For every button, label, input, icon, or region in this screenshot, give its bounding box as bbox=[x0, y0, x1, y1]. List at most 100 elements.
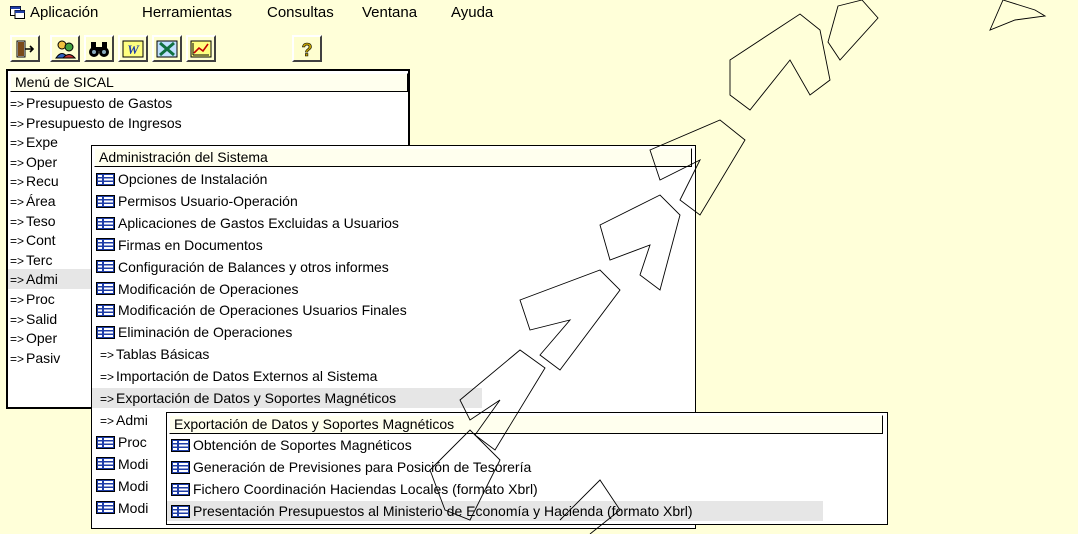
form-icon bbox=[96, 194, 115, 208]
search-button[interactable] bbox=[84, 35, 114, 62]
admin-menu-item-label: Modificación de Operaciones bbox=[118, 280, 299, 297]
admin-menu-item-label: Tablas Básicas bbox=[116, 346, 210, 363]
admin-menu-item-label: Modificación de Operaciones Usuarios Fin… bbox=[118, 302, 407, 319]
export-menu-item-label: Presentación Presupuestos al Ministerio … bbox=[193, 503, 693, 519]
form-icon bbox=[96, 260, 115, 274]
main-menu-item-label: Recu bbox=[26, 173, 59, 190]
export-menu-item[interactable]: Obtención de Soportes Magnéticos bbox=[167, 435, 883, 455]
submenu-arrow-icon: => bbox=[99, 413, 114, 428]
main-menu-title: Menú de SICAL bbox=[10, 73, 408, 92]
submenu-arrow-icon: => bbox=[9, 155, 24, 170]
main-menu-item-label: Presupuesto de Ingresos bbox=[26, 114, 182, 131]
admin-menu-item-label: Importación de Datos Externos al Sistema bbox=[116, 368, 378, 385]
main-menu-item-label: Admi bbox=[26, 271, 58, 288]
main-menu-item-label: Expe bbox=[26, 134, 58, 151]
svg-text:?: ? bbox=[302, 40, 313, 59]
submenu-arrow-icon: => bbox=[99, 370, 114, 385]
form-icon bbox=[96, 238, 115, 252]
admin-menu-item[interactable]: Permisos Usuario-Operación bbox=[92, 191, 692, 211]
form-icon bbox=[96, 172, 115, 186]
export-menu-item-label: Fichero Coordinación Haciendas Locales (… bbox=[193, 481, 538, 497]
admin-menu-item-label: Exportación de Datos y Soportes Magnétic… bbox=[116, 390, 397, 406]
word-icon: W bbox=[122, 40, 144, 57]
admin-menu-item[interactable]: => Importación de Datos Externos al Siste… bbox=[92, 366, 692, 386]
main-menu-item-label: Proc bbox=[26, 291, 55, 307]
form-icon bbox=[171, 504, 190, 518]
export-menu-item-label: Generación de Previsiones para Posición … bbox=[193, 459, 532, 475]
submenu-arrow-icon: => bbox=[99, 392, 114, 406]
svg-text:W: W bbox=[127, 42, 140, 57]
admin-menu-item[interactable]: Firmas en Documentos bbox=[92, 235, 692, 255]
menu-herramientas[interactable]: Herramientas bbox=[142, 4, 232, 22]
app-window-icon[interactable] bbox=[10, 6, 25, 19]
admin-menu-item[interactable]: Opciones de Instalación bbox=[92, 169, 692, 189]
help-icon: ? bbox=[301, 39, 313, 59]
submenu-arrow-icon: => bbox=[9, 293, 24, 307]
main-menu-item-label: Terc bbox=[26, 251, 53, 268]
admin-menu-item-label: Configuración de Balances y otros inform… bbox=[118, 258, 389, 275]
submenu-arrow-icon: => bbox=[9, 351, 24, 366]
form-icon bbox=[96, 435, 115, 449]
export-menu-item[interactable]: Generación de Previsiones para Posición … bbox=[167, 457, 883, 477]
main-menu-item[interactable]: => Presupuesto de Ingresos bbox=[8, 113, 408, 133]
export-menu-title: Exportación de Datos y Soportes Magnétic… bbox=[169, 415, 883, 434]
export-menu-window: Exportación de Datos y Soportes Magnétic… bbox=[166, 412, 888, 525]
binoculars-icon bbox=[89, 41, 109, 57]
users-icon bbox=[55, 40, 76, 58]
export-menu-item[interactable]: Fichero Coordinación Haciendas Locales (… bbox=[167, 479, 883, 499]
admin-menu-item[interactable]: => Exportación de Datos y Soportes Magnét… bbox=[92, 388, 482, 408]
admin-menu-item-label: Aplicaciones de Gastos Excluidas a Usuar… bbox=[118, 214, 399, 231]
admin-menu-item-label: Opciones de Instalación bbox=[118, 171, 268, 187]
form-icon bbox=[171, 438, 190, 452]
menu-bar: Aplicación Herramientas Consultas Ventan… bbox=[0, 0, 1078, 26]
export-menu-item[interactable]: Presentación Presupuestos al Ministerio … bbox=[167, 501, 823, 521]
main-menu-item-label: Pasiv bbox=[26, 349, 61, 366]
help-button[interactable]: ? bbox=[292, 35, 322, 62]
submenu-arrow-icon: => bbox=[9, 253, 24, 268]
form-icon bbox=[171, 460, 190, 474]
menu-ayuda[interactable]: Ayuda bbox=[451, 4, 493, 22]
chart-button[interactable] bbox=[186, 35, 216, 62]
toolbar: W ? bbox=[0, 26, 1078, 66]
admin-menu-item[interactable]: Aplicaciones de Gastos Excluidas a Usuar… bbox=[92, 213, 692, 233]
admin-menu-item-label: Admi bbox=[116, 411, 148, 428]
submenu-arrow-icon: => bbox=[9, 273, 24, 288]
admin-menu-item[interactable]: => Tablas Básicas bbox=[92, 344, 692, 364]
menu-consultas[interactable]: Consultas bbox=[267, 4, 334, 22]
main-menu-item-label: Presupuesto de Gastos bbox=[26, 95, 173, 111]
form-icon bbox=[96, 457, 115, 471]
form-icon bbox=[96, 282, 115, 296]
excel-icon bbox=[156, 40, 178, 57]
admin-menu-item[interactable]: Eliminación de Operaciones bbox=[92, 322, 692, 342]
admin-menu-item-label: Proc bbox=[118, 433, 147, 450]
menu-ventana[interactable]: Ventana bbox=[362, 4, 417, 22]
users-button[interactable] bbox=[50, 35, 80, 62]
form-icon bbox=[96, 501, 115, 515]
main-menu-item-label: Área bbox=[26, 193, 56, 209]
main-menu-item-label: Teso bbox=[26, 212, 56, 229]
submenu-arrow-icon: => bbox=[9, 116, 24, 131]
admin-menu-item-label: Permisos Usuario-Operación bbox=[118, 192, 298, 209]
exit-icon bbox=[16, 40, 35, 57]
form-icon bbox=[96, 304, 115, 318]
admin-menu-item[interactable]: Modificación de Operaciones Usuarios Fin… bbox=[92, 300, 692, 320]
excel-button[interactable] bbox=[152, 35, 182, 62]
export-menu-item-label: Obtención de Soportes Magnéticos bbox=[193, 437, 412, 453]
submenu-arrow-icon: => bbox=[9, 136, 24, 151]
admin-menu-item[interactable]: Configuración de Balances y otros inform… bbox=[92, 257, 692, 277]
exit-button[interactable] bbox=[10, 35, 40, 62]
menu-aplicacion[interactable]: Aplicación bbox=[30, 4, 98, 22]
submenu-arrow-icon: => bbox=[9, 332, 24, 347]
admin-menu-item-label: Firmas en Documentos bbox=[118, 236, 263, 253]
form-icon bbox=[96, 479, 115, 493]
form-icon bbox=[171, 482, 190, 496]
submenu-arrow-icon: => bbox=[9, 175, 24, 190]
form-icon bbox=[96, 216, 115, 230]
admin-menu-item[interactable]: Modificación de Operaciones bbox=[92, 279, 692, 299]
submenu-arrow-icon: => bbox=[9, 312, 24, 327]
admin-menu-item-label: Modi bbox=[118, 477, 149, 494]
chart-icon bbox=[190, 40, 212, 57]
word-button[interactable]: W bbox=[118, 35, 148, 62]
main-menu-item[interactable]: => Presupuesto de Gastos bbox=[8, 93, 408, 113]
submenu-arrow-icon: => bbox=[9, 195, 24, 209]
